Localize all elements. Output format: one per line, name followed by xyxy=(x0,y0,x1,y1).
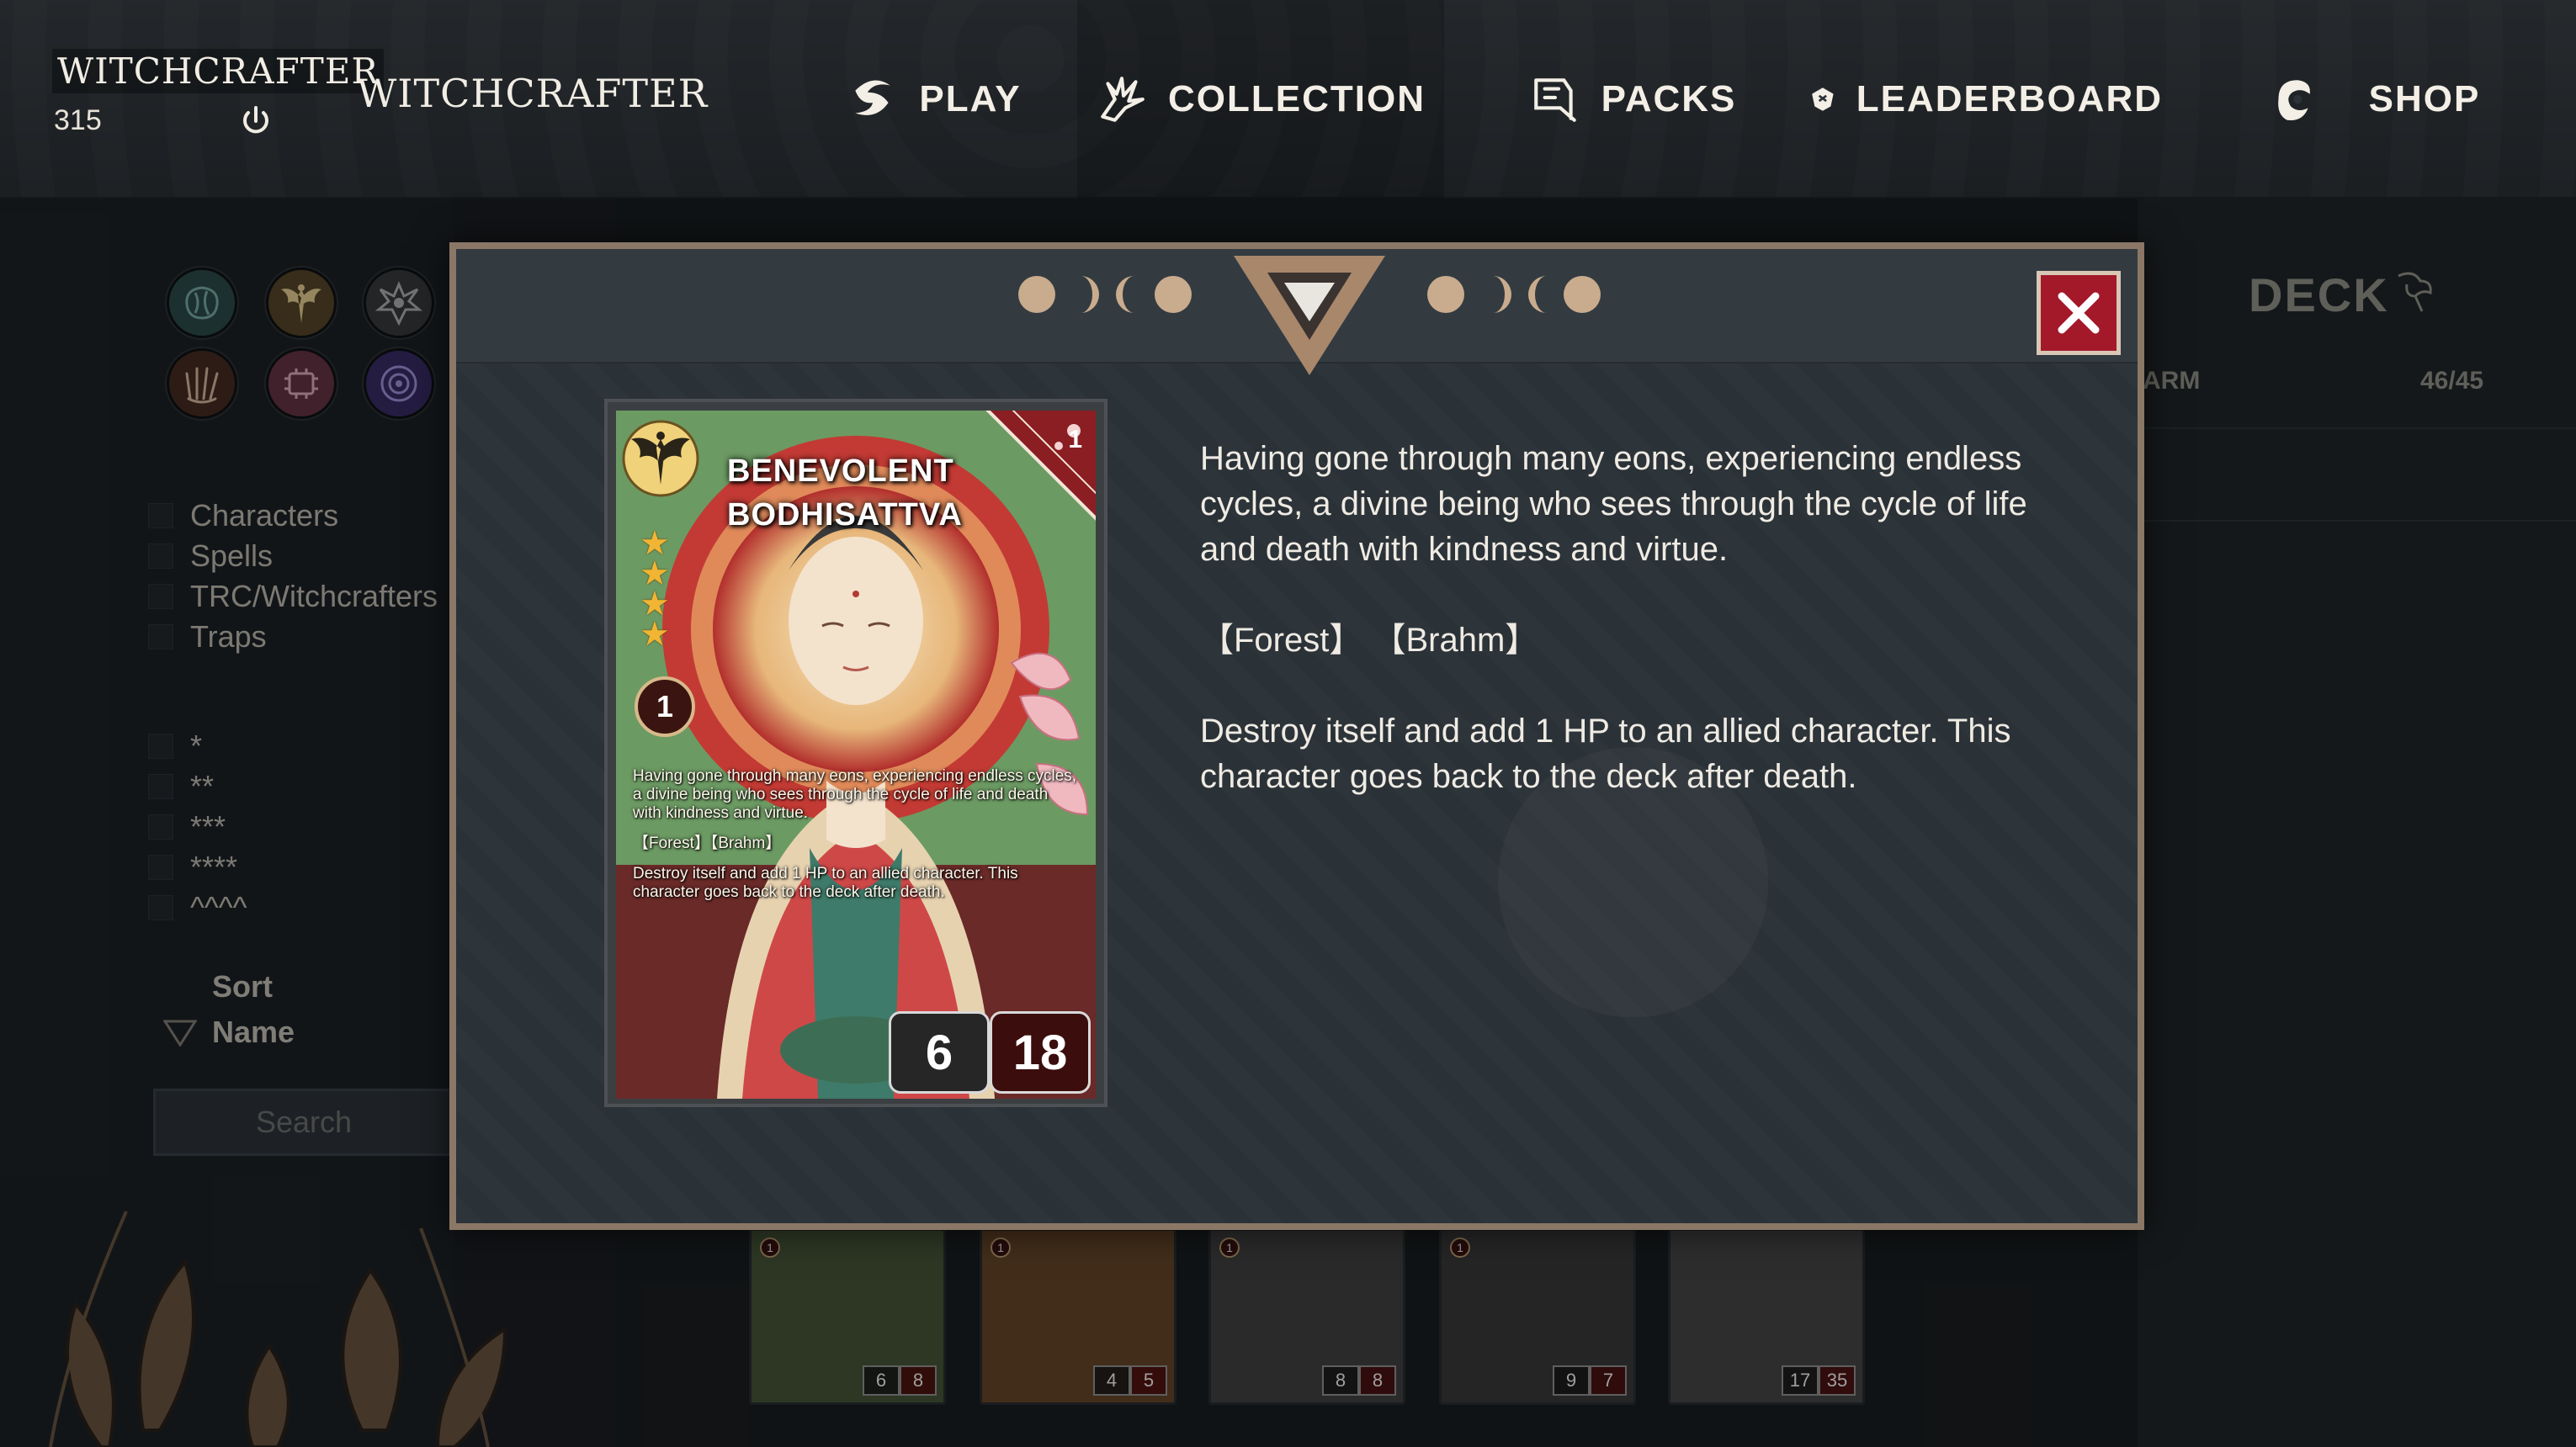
shop-icon xyxy=(2277,80,2310,121)
game-logo[interactable]: WITCHCRAFTER xyxy=(357,71,708,116)
user-profile[interactable]: WITCHCRAFTER 315 xyxy=(52,49,385,136)
card-detail-modal: BENEVOLENT BODHISATTVA 1 ★ ★ ★ ★ 1 Havin… xyxy=(449,242,2144,1230)
card-effect-text: Destroy itself and add 1 HP to an allied… xyxy=(633,865,1018,901)
nav-shop[interactable]: SHOP xyxy=(2247,0,2499,199)
username: WITCHCRAFTER xyxy=(52,49,385,93)
close-icon xyxy=(2058,292,2100,334)
star-icon: ★ xyxy=(640,586,670,623)
nav-play-label: PLAY xyxy=(919,78,1022,119)
nav-leaderboard-label: LEADERBOARD xyxy=(1856,78,2163,119)
play-swirl-icon xyxy=(855,80,891,115)
moon-phase-ornament xyxy=(1018,256,1601,375)
star-icon: ★ xyxy=(640,525,670,562)
power-icon[interactable] xyxy=(239,104,273,138)
leaderboard-shield-icon xyxy=(1812,87,1834,111)
rarity-stars: ★ ★ ★ ★ xyxy=(640,525,673,653)
star-icon: ★ xyxy=(640,616,670,653)
nav-packs[interactable]: PACKS xyxy=(1506,0,1759,199)
nav-play[interactable]: PLAY xyxy=(791,0,1077,199)
card-hp: 18 xyxy=(990,1011,1091,1094)
card-cost-badge: 1 xyxy=(635,676,695,737)
close-button[interactable] xyxy=(2037,271,2121,355)
packs-icon xyxy=(1533,78,1576,122)
card-tags: 【Forest】【Brahm】 xyxy=(633,835,782,852)
featured-card: BENEVOLENT BODHISATTVA 1 ★ ★ ★ ★ 1 Havin… xyxy=(604,399,1107,1107)
card-text: Having gone through many eons, experienc… xyxy=(633,767,1079,914)
star-icon: ★ xyxy=(640,555,670,592)
angel-faction-icon xyxy=(622,420,699,497)
card-description: Having gone through many eons, experienc… xyxy=(1200,436,2084,845)
card-artwork: BENEVOLENT BODHISATTVA 1 ★ ★ ★ ★ 1 Havin… xyxy=(616,411,1096,1099)
coin-balance: 315 xyxy=(54,104,102,136)
card-corner-value: 1 xyxy=(1068,426,1082,453)
nav-collection[interactable]: COLLECTION xyxy=(1077,0,1444,199)
card-stats: 6 18 xyxy=(889,1011,1091,1094)
description-flavor: Having gone through many eons, experienc… xyxy=(1200,440,2027,568)
description-tags: 【Forest】 【Brahm】 xyxy=(1200,622,1539,659)
card-flavor-text: Having gone through many eons, experienc… xyxy=(633,767,1077,822)
description-effect: Destroy itself and add 1 HP to an allied… xyxy=(1200,713,2011,795)
card-attack: 6 xyxy=(889,1011,990,1094)
collection-hand-icon xyxy=(1101,77,1145,122)
nav-packs-label: PACKS xyxy=(1601,78,1737,119)
nav-shop-label: SHOP xyxy=(2368,78,2481,119)
nav-collection-label: COLLECTION xyxy=(1168,78,1426,119)
nav-leaderboard[interactable]: LEADERBOARD xyxy=(1809,0,2163,199)
